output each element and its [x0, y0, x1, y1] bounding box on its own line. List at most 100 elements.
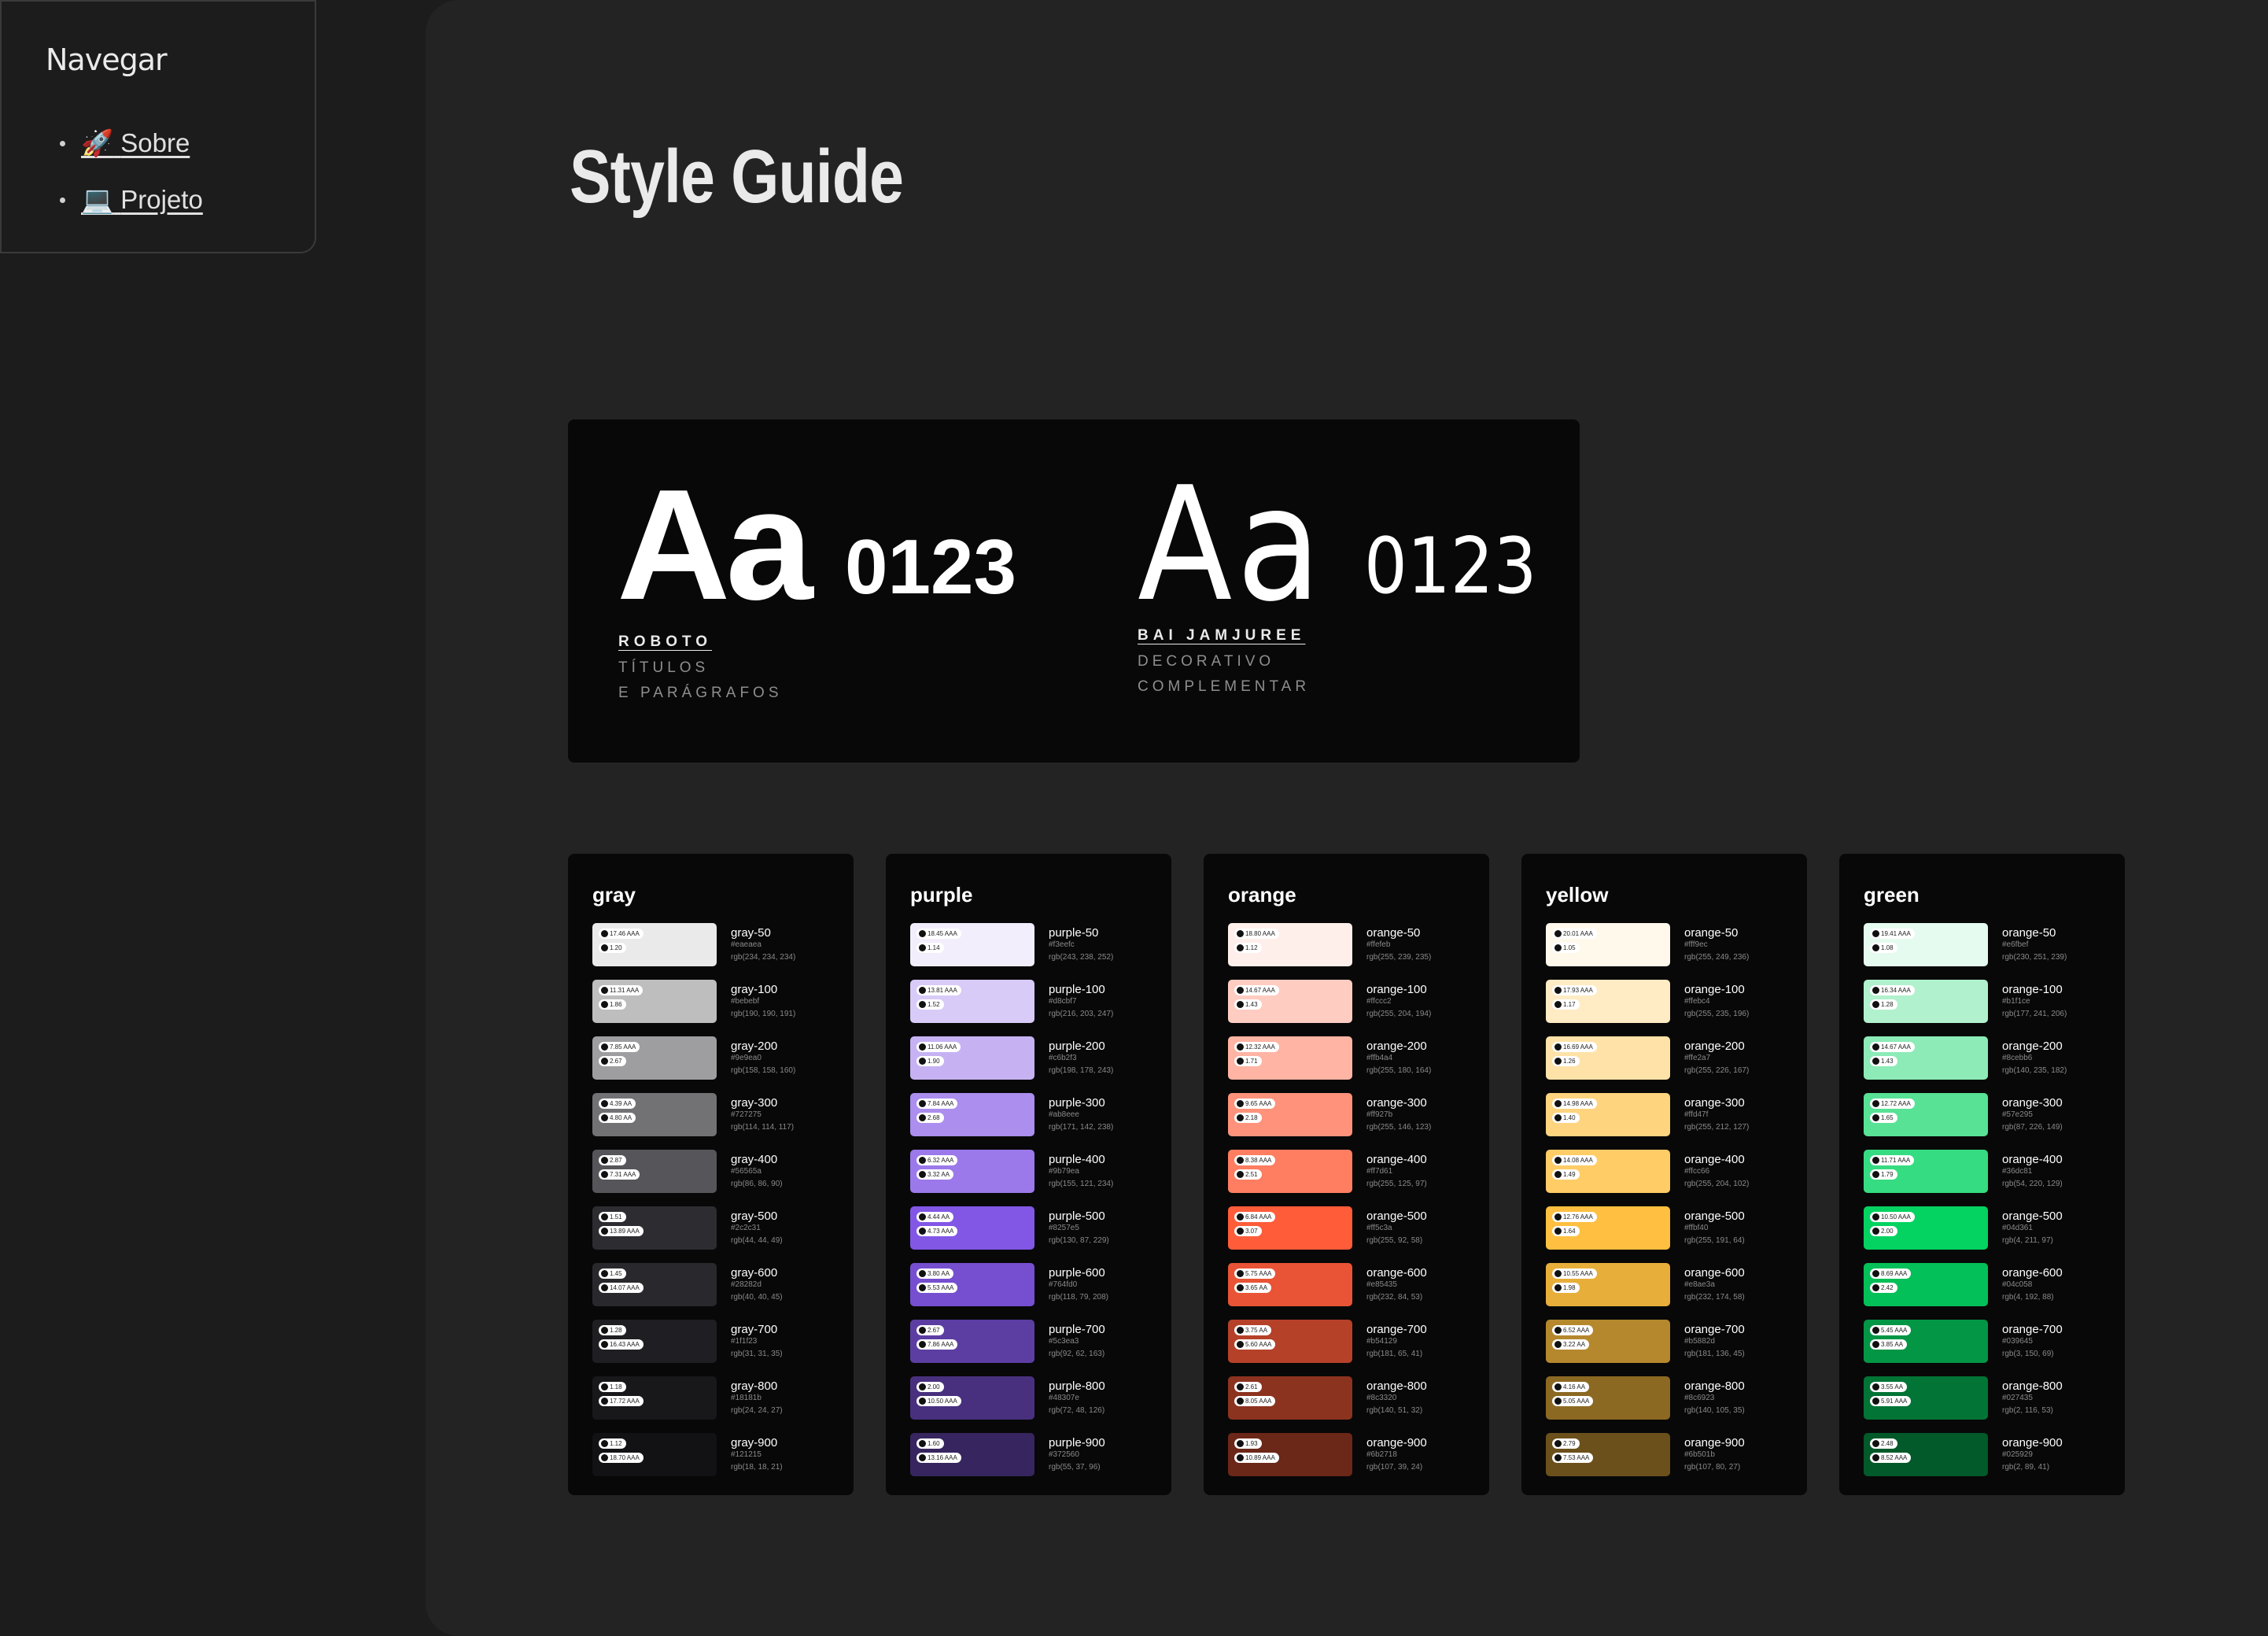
color-rgb: rgb(130, 87, 229): [1049, 1236, 1109, 1245]
color-rgb: rgb(198, 178, 243): [1049, 1066, 1114, 1075]
color-swatch: 14.67 AAA 1.43: [1228, 980, 1352, 1023]
palette-card-gray: gray 17.46 AAA 1.20 gray-50 #eaeaea rgb(234, …: [568, 854, 854, 1495]
color-label: orange-200: [2002, 1040, 2063, 1053]
color-hex: #ffbf40: [1684, 1224, 1709, 1232]
palette-card-yellow: yellow 20.01 AAA 1.05 orange-50 #fff9ec rgb(2…: [1521, 854, 1807, 1495]
color-label: orange-50: [1366, 926, 1421, 940]
color-rgb: rgb(171, 142, 238): [1049, 1123, 1114, 1132]
contrast-badge: 1.20: [599, 943, 626, 953]
color-label: orange-900: [2002, 1436, 2063, 1450]
nav-link-projeto[interactable]: 💻 Projeto: [81, 185, 203, 216]
contrast-badge: 3.65 AA: [1234, 1283, 1272, 1293]
color-hex: #6b2718: [1366, 1450, 1397, 1459]
color-hex: #eaeaea: [731, 940, 762, 949]
color-rgb: rgb(255, 249, 236): [1684, 953, 1750, 962]
contrast-badge: 6.32 AAA: [916, 1155, 958, 1165]
color-hex: #121215: [731, 1450, 762, 1459]
color-swatch: 5.75 AAA 3.65 AA: [1228, 1263, 1352, 1306]
contrast-badge: 16.43 AAA: [599, 1339, 644, 1350]
color-label: orange-400: [1684, 1153, 1745, 1166]
contrast-badge: 11.06 AAA: [916, 1042, 961, 1052]
contrast-badge: 5.75 AAA: [1234, 1269, 1276, 1279]
contrast-badge: 4.44 AA: [916, 1212, 954, 1222]
contrast-badge: 1.18: [599, 1382, 626, 1392]
color-rgb: rgb(2, 89, 41): [2002, 1463, 2050, 1472]
contrast-badge: 1.43: [1870, 1056, 1897, 1066]
contrast-badge: 10.50 AAA: [1870, 1212, 1915, 1222]
palette-title: purple: [910, 883, 973, 907]
color-rgb: rgb(255, 125, 97): [1366, 1180, 1427, 1188]
color-hex: #ffb4a4: [1366, 1054, 1393, 1062]
color-label: purple-100: [1049, 983, 1105, 996]
color-label: gray-50: [731, 926, 771, 940]
nav-link-label: Sobre: [120, 127, 190, 157]
nav-item-projeto: 💻 Projeto: [60, 172, 203, 228]
color-rgb: rgb(255, 235, 196): [1684, 1010, 1750, 1018]
color-swatch: 1.51 13.89 AAA: [592, 1206, 717, 1250]
roboto-font-name: ROBOTO: [618, 633, 713, 650]
color-rgb: rgb(4, 192, 88): [2002, 1293, 2054, 1302]
color-swatch: 11.31 AAA 1.86: [592, 980, 717, 1023]
color-swatch: 16.69 AAA 1.26: [1546, 1036, 1670, 1080]
contrast-badge: 2.87: [599, 1155, 626, 1165]
contrast-badge: 13.16 AAA: [916, 1453, 961, 1463]
contrast-badge: 11.71 AAA: [1870, 1155, 1915, 1165]
color-label: orange-100: [1366, 983, 1427, 996]
color-hex: #36dc81: [2002, 1167, 2033, 1176]
color-swatch: 5.45 AAA 3.85 AA: [1864, 1320, 1988, 1363]
contrast-badge: 18.45 AAA: [916, 929, 961, 939]
contrast-badge: 1.93: [1234, 1438, 1262, 1449]
color-hex: #ffd47f: [1684, 1110, 1709, 1119]
color-hex: #18181b: [731, 1394, 762, 1402]
color-swatch: 14.98 AAA 1.40: [1546, 1093, 1670, 1136]
contrast-badge: 2.00: [916, 1382, 944, 1392]
nav-link-sobre[interactable]: 🚀 Sobre: [81, 128, 190, 159]
contrast-badge: 3.22 AA: [1552, 1339, 1590, 1350]
color-rgb: rgb(181, 65, 41): [1366, 1350, 1423, 1358]
palette-card-orange: orange 18.80 AAA 1.12 orange-50 #ffefeb rgb(2…: [1204, 854, 1489, 1495]
color-label: orange-300: [1366, 1096, 1427, 1110]
contrast-badge: 3.32 AA: [916, 1169, 954, 1180]
color-swatch: 13.81 AAA 1.52: [910, 980, 1034, 1023]
contrast-badge: 3.85 AA: [1870, 1339, 1908, 1350]
color-hex: #1f1f23: [731, 1337, 758, 1346]
color-hex: #9b79ea: [1049, 1167, 1079, 1176]
color-swatch: 6.32 AAA 3.32 AA: [910, 1150, 1034, 1193]
color-label: orange-200: [1366, 1040, 1427, 1053]
contrast-badge: 20.01 AAA: [1552, 929, 1597, 939]
contrast-badge: 4.73 AAA: [916, 1226, 958, 1236]
color-label: purple-200: [1049, 1040, 1105, 1053]
color-rgb: rgb(3, 150, 69): [2002, 1350, 2054, 1358]
color-hex: #57e295: [2002, 1110, 2033, 1119]
color-label: orange-100: [2002, 983, 2063, 996]
color-swatch: 18.80 AAA 1.12: [1228, 923, 1352, 966]
color-label: orange-50: [2002, 926, 2056, 940]
color-rgb: rgb(155, 121, 234): [1049, 1180, 1114, 1188]
color-label: purple-600: [1049, 1266, 1105, 1280]
color-label: gray-200: [731, 1040, 778, 1053]
color-swatch: 8.38 AAA 2.51: [1228, 1150, 1352, 1193]
color-swatch: 3.80 AA 5.53 AAA: [910, 1263, 1034, 1306]
color-swatch: 7.85 AAA 2.67: [592, 1036, 717, 1080]
color-rgb: rgb(55, 37, 96): [1049, 1463, 1101, 1472]
color-label: orange-900: [1684, 1436, 1745, 1450]
color-label: purple-300: [1049, 1096, 1105, 1110]
nav-item-sobre: 🚀 Sobre: [60, 115, 203, 172]
color-rgb: rgb(2, 116, 53): [2002, 1406, 2053, 1415]
bai-jamjuree-font-name: BAI JAMJUREE: [1138, 627, 1306, 644]
contrast-badge: 1.43: [1234, 999, 1262, 1010]
contrast-badge: 1.86: [599, 999, 626, 1010]
color-label: orange-300: [1684, 1096, 1745, 1110]
contrast-badge: 2.48: [1870, 1438, 1897, 1449]
color-hex: #ff5c3a: [1366, 1224, 1392, 1232]
bai-jamjuree-digits: 0123: [1364, 522, 1537, 611]
color-swatch: 2.87 7.31 AAA: [592, 1150, 717, 1193]
color-rgb: rgb(140, 105, 35): [1684, 1406, 1745, 1415]
color-swatch: 10.55 AAA 1.98: [1546, 1263, 1670, 1306]
color-rgb: rgb(255, 204, 102): [1684, 1180, 1750, 1188]
color-hex: #c6b2f3: [1049, 1054, 1077, 1062]
color-rgb: rgb(4, 211, 97): [2002, 1236, 2053, 1245]
contrast-badge: 2.18: [1234, 1113, 1262, 1123]
nav-list: 🚀 Sobre 💻 Projeto: [60, 115, 203, 228]
color-swatch: 6.52 AAA 3.22 AA: [1546, 1320, 1670, 1363]
